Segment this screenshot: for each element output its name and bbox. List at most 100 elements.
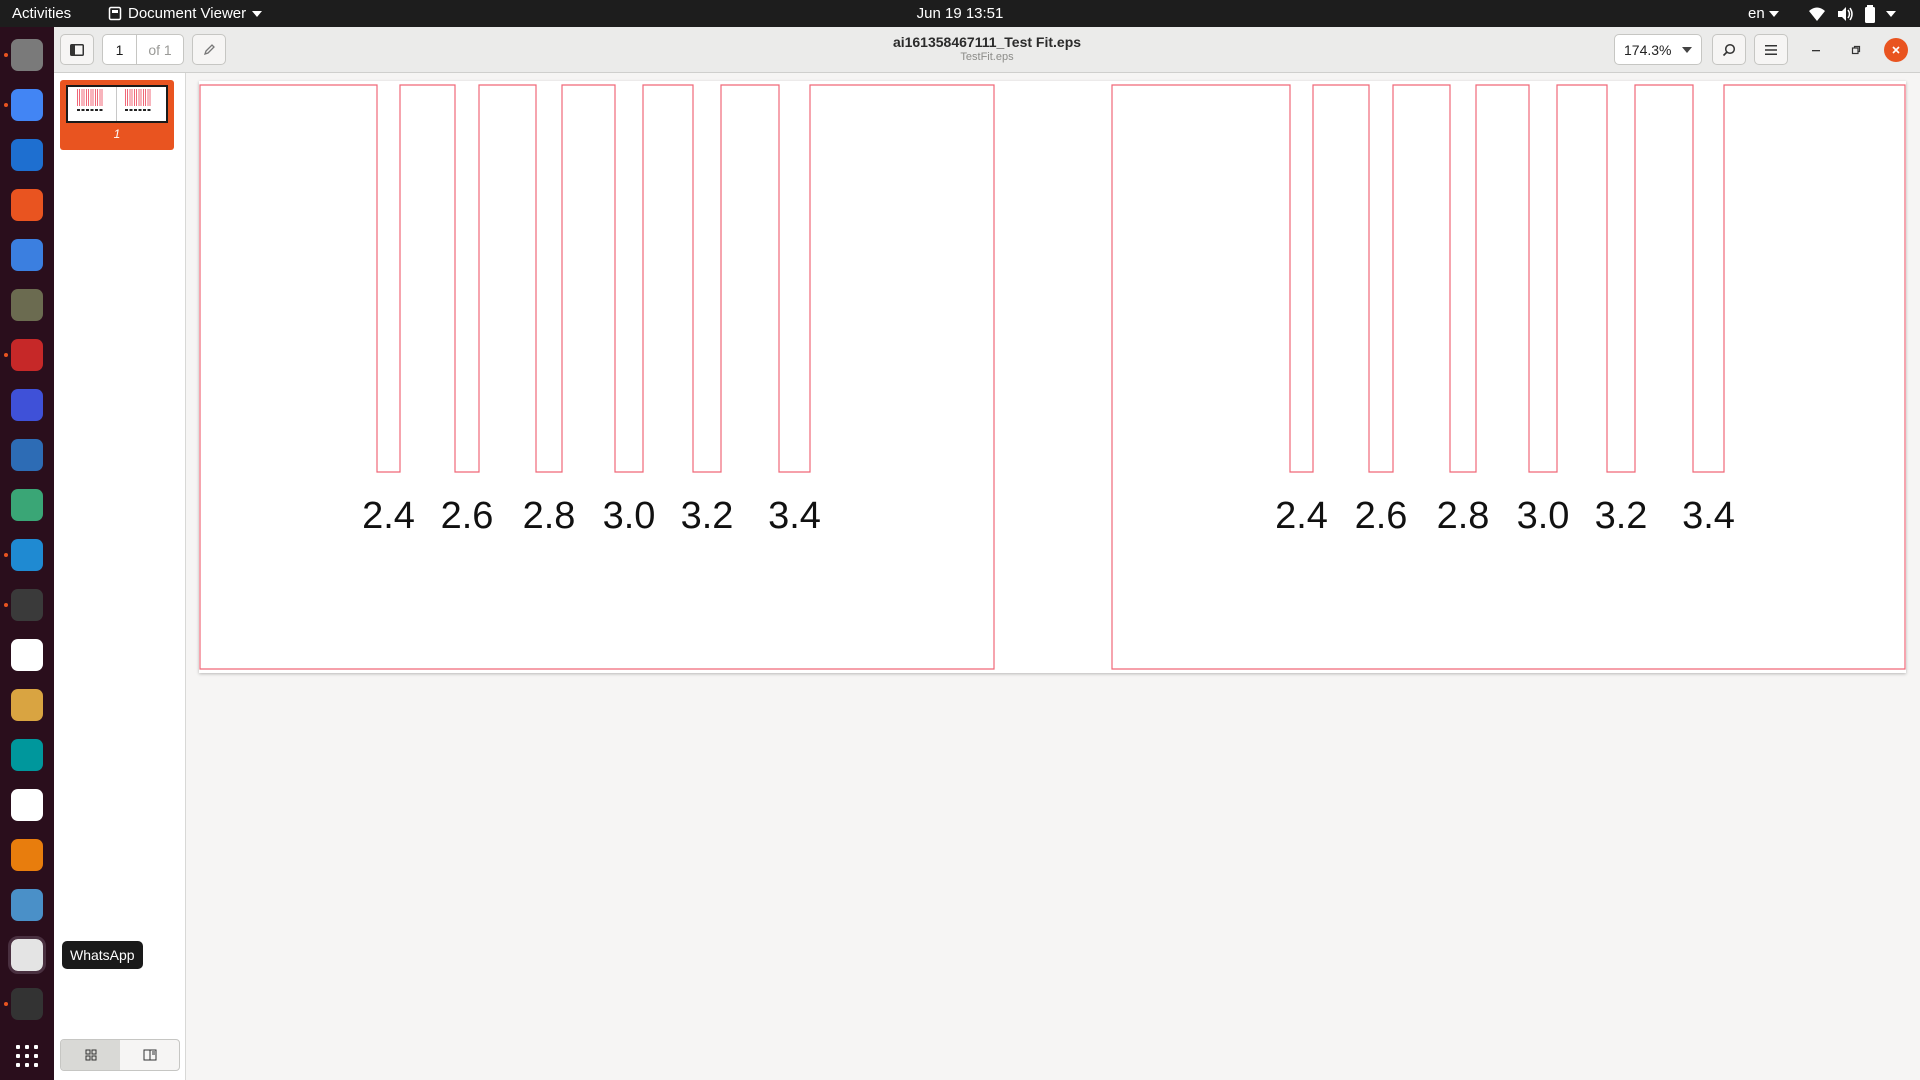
document-page: 2.4 2.6 2.8 3.0 3.2 3.4 2.4 2.6 2.8 3.0 3.2 3.4 (199, 81, 1906, 673)
fit-label: 2.8 (1437, 495, 1490, 537)
gimp-icon[interactable] (11, 289, 43, 321)
fit-label: 3.0 (1517, 495, 1570, 537)
slack-icon[interactable] (11, 789, 43, 821)
system-tray[interactable] (1808, 3, 1896, 25)
filezilla-icon[interactable] (11, 339, 43, 371)
files-icon[interactable] (11, 39, 43, 71)
restore-icon (1851, 45, 1861, 55)
software-center-icon[interactable] (11, 189, 43, 221)
thumbnail-mark (92, 89, 94, 106)
minimize-button[interactable] (1804, 38, 1828, 62)
thumbnail-mark (131, 89, 133, 106)
thumbnail-mark (134, 89, 135, 106)
thumbnail-mark (127, 89, 128, 106)
running-indicator (4, 353, 8, 357)
fit-label: 2.6 (441, 495, 494, 537)
running-indicator (4, 553, 8, 557)
dock-tooltip: WhatsApp (62, 941, 143, 969)
thumbnail-mark (134, 109, 137, 111)
thumbnail-mark (86, 109, 89, 111)
page-number-input[interactable]: 1 (103, 35, 137, 64)
document-view[interactable]: 2.4 2.6 2.8 3.0 3.2 3.4 2.4 2.6 2.8 3.0 3.2 3.4 (187, 73, 1920, 1080)
fit-label: 3.2 (1595, 495, 1648, 537)
page-artwork: 2.4 2.6 2.8 3.0 3.2 3.4 2.4 2.6 2.8 3.0 3.2 3.4 (199, 84, 1906, 670)
sidebar-toggle-button[interactable] (60, 34, 94, 65)
hamburger-menu-icon (1765, 44, 1777, 55)
top-bar: Activities Document Viewer Jun 19 13:51 … (0, 0, 1920, 27)
thumbnail-mark (147, 109, 151, 111)
dock (0, 27, 54, 1080)
maximize-button[interactable] (1844, 38, 1868, 62)
tab-outline[interactable] (120, 1040, 179, 1070)
running-indicator (4, 103, 8, 107)
zoom-value: 174.3% (1624, 41, 1672, 58)
search-button[interactable] (1712, 34, 1746, 65)
thumbnail-mark (88, 89, 89, 106)
pencil-icon (203, 44, 215, 56)
writer-icon[interactable] (11, 139, 43, 171)
arduino-icon[interactable] (11, 739, 43, 771)
chevron-down-icon (1682, 47, 1692, 53)
vscode-icon[interactable] (11, 539, 43, 571)
thumbnail-mark (97, 89, 98, 106)
browser-icon[interactable] (11, 889, 43, 921)
fit-label: 3.2 (681, 495, 734, 537)
close-button[interactable] (1884, 38, 1908, 62)
page-thumbnail[interactable]: 1 (60, 80, 174, 150)
fit-label: 2.4 (1275, 495, 1328, 537)
inkscape-icon[interactable] (11, 589, 43, 621)
thumbnail-mark (90, 89, 92, 106)
thumbnail-mark (140, 89, 142, 106)
thumbnail-mark (125, 89, 126, 106)
grid-icon (85, 1049, 96, 1061)
thumbnail-mark (129, 89, 131, 106)
page-selector[interactable]: 1 of 1 (102, 34, 184, 65)
clock[interactable]: Jun 19 13:51 (917, 5, 1004, 22)
fit-label: 3.0 (603, 495, 656, 537)
blender-icon[interactable] (11, 839, 43, 871)
thumbnail-mark (145, 89, 146, 106)
main-menu-button[interactable] (1754, 34, 1788, 65)
running-indicator (4, 1002, 8, 1006)
thumbnail-mark (143, 89, 144, 106)
close-icon (1892, 46, 1900, 54)
minimize-icon (1812, 50, 1820, 52)
show-applications-icon[interactable] (16, 1045, 38, 1067)
volume-icon (1838, 7, 1853, 21)
activities-button[interactable]: Activities (12, 5, 71, 22)
terminal-icon[interactable] (11, 988, 43, 1020)
thumbnail-sidebar: 1 (54, 73, 186, 1080)
atom-icon[interactable] (11, 489, 43, 521)
fit-label: 3.4 (1682, 495, 1735, 537)
whatsapp-icon[interactable] (8, 936, 46, 974)
annotate-button[interactable] (192, 34, 226, 65)
thumbnail-mark (77, 89, 78, 106)
thumbnail-mark (138, 109, 142, 111)
chrome-icon[interactable] (11, 89, 43, 121)
zoom-selector[interactable]: 174.3% (1614, 34, 1702, 65)
test-fit-outline-2 (1111, 84, 1906, 670)
thumbnail-mark (77, 109, 80, 111)
fit-label: 3.4 (768, 495, 821, 537)
app-menu[interactable]: Document Viewer (108, 5, 263, 22)
help-icon[interactable] (11, 239, 43, 271)
thumbnail-mark (129, 109, 133, 111)
remote-desktop-icon[interactable] (11, 439, 43, 471)
language-selector[interactable]: en (1748, 5, 1779, 22)
thumbnail-mark (95, 89, 96, 106)
thumbnail-mark (147, 89, 149, 106)
screenshot-icon[interactable] (11, 389, 43, 421)
fit-label: 2.8 (523, 495, 576, 537)
thumbnail-mark (136, 89, 137, 106)
thumbnail-mark (125, 109, 128, 111)
text-editor-icon[interactable] (11, 639, 43, 671)
thumbnail-mark (83, 89, 85, 106)
running-indicator (4, 603, 8, 607)
header-bar: 1 of 1 ai161358467111_Test Fit.eps TestF… (54, 27, 1920, 73)
chevron-down-icon (252, 10, 263, 17)
document-viewer-icon (108, 6, 122, 21)
thumbnail-mark (86, 89, 87, 106)
app-menu-label: Document Viewer (128, 5, 247, 22)
tab-thumbnails[interactable] (61, 1040, 120, 1070)
image-viewer-icon[interactable] (11, 689, 43, 721)
